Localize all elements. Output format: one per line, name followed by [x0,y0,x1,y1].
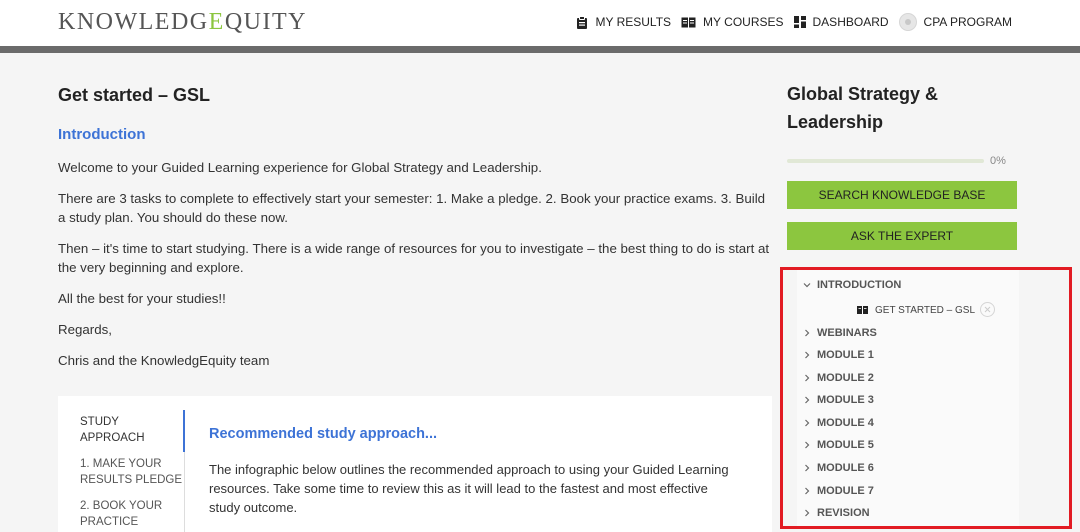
main-content: Get started – GSL Introduction Welcome t… [58,80,776,370]
paragraph: Welcome to your Guided Learning experien… [58,160,542,175]
card-tab-book-practice[interactable]: 2. BOOK YOUR PRACTICE [80,498,185,530]
nav-cpa-program[interactable]: CPA PROGRAM [898,13,1012,31]
top-bar: KNOWLEDGEQUITY MY RESULTS MY COURSES DAS… [0,0,1080,46]
dashboard-icon [793,16,806,28]
course-sidebar: Global Strategy & Leadership 0% SEARCH K… [787,80,1017,250]
progress-label: 0% [990,155,1006,167]
card-tab-study-approach[interactable]: STUDY APPROACH [80,414,185,446]
active-tab-indicator [183,410,185,452]
paragraph: There are 3 tasks to complete to effecti… [58,191,766,225]
nav-dashboard-label: DASHBOARD [812,15,889,29]
ask-the-expert-button[interactable]: ASK THE EXPERT [787,222,1017,250]
logo-text-2: E [208,9,225,35]
logo[interactable]: KNOWLEDGEQUITY [58,8,307,36]
nav-dashboard[interactable]: DASHBOARD [793,15,889,29]
card-side-nav: STUDY APPROACH 1. MAKE YOUR RESULTS PLED… [80,414,185,532]
paragraph: Then – it's time to start studying. Ther… [58,241,770,275]
paragraph: All the best for your studies!! [58,291,226,306]
nav-cpa-program-label: CPA PROGRAM [923,15,1012,29]
highlight-box [780,267,1072,529]
card-tab-results-pledge[interactable]: 1. MAKE YOUR RESULTS PLEDGE [80,456,185,488]
search-knowledge-base-button[interactable]: SEARCH KNOWLEDGE BASE [787,181,1017,209]
book-icon [681,17,696,27]
nav-my-courses[interactable]: MY COURSES [681,15,784,29]
nav-my-results[interactable]: MY RESULTS [576,15,671,29]
header-nav: MY RESULTS MY COURSES DASHBOARD CPA PROG… [566,12,1012,32]
study-approach-card: STUDY APPROACH 1. MAKE YOUR RESULTS PLED… [58,396,772,532]
course-progress: 0% [787,154,1017,168]
paragraph: Chris and the KnowledgEquity team [58,353,270,368]
intro-heading: Introduction [58,126,146,143]
card-divider [184,452,185,532]
course-title: Global Strategy & Leadership [787,84,939,132]
progress-bar [787,159,984,163]
logo-text-3: QUITY [224,9,307,35]
header-divider [0,46,1080,53]
avatar [898,13,917,31]
logo-text-1: KNOWLEDG [58,9,209,35]
nav-my-results-label: MY RESULTS [595,15,672,29]
clipboard-icon [577,15,588,29]
page-title: Get started – GSL [58,85,211,105]
nav-my-courses-label: MY COURSES [703,15,784,29]
paragraph: Regards, [58,322,112,337]
card-heading: Recommended study approach... [209,426,438,442]
card-text: The infographic below outlines the recom… [209,462,729,515]
